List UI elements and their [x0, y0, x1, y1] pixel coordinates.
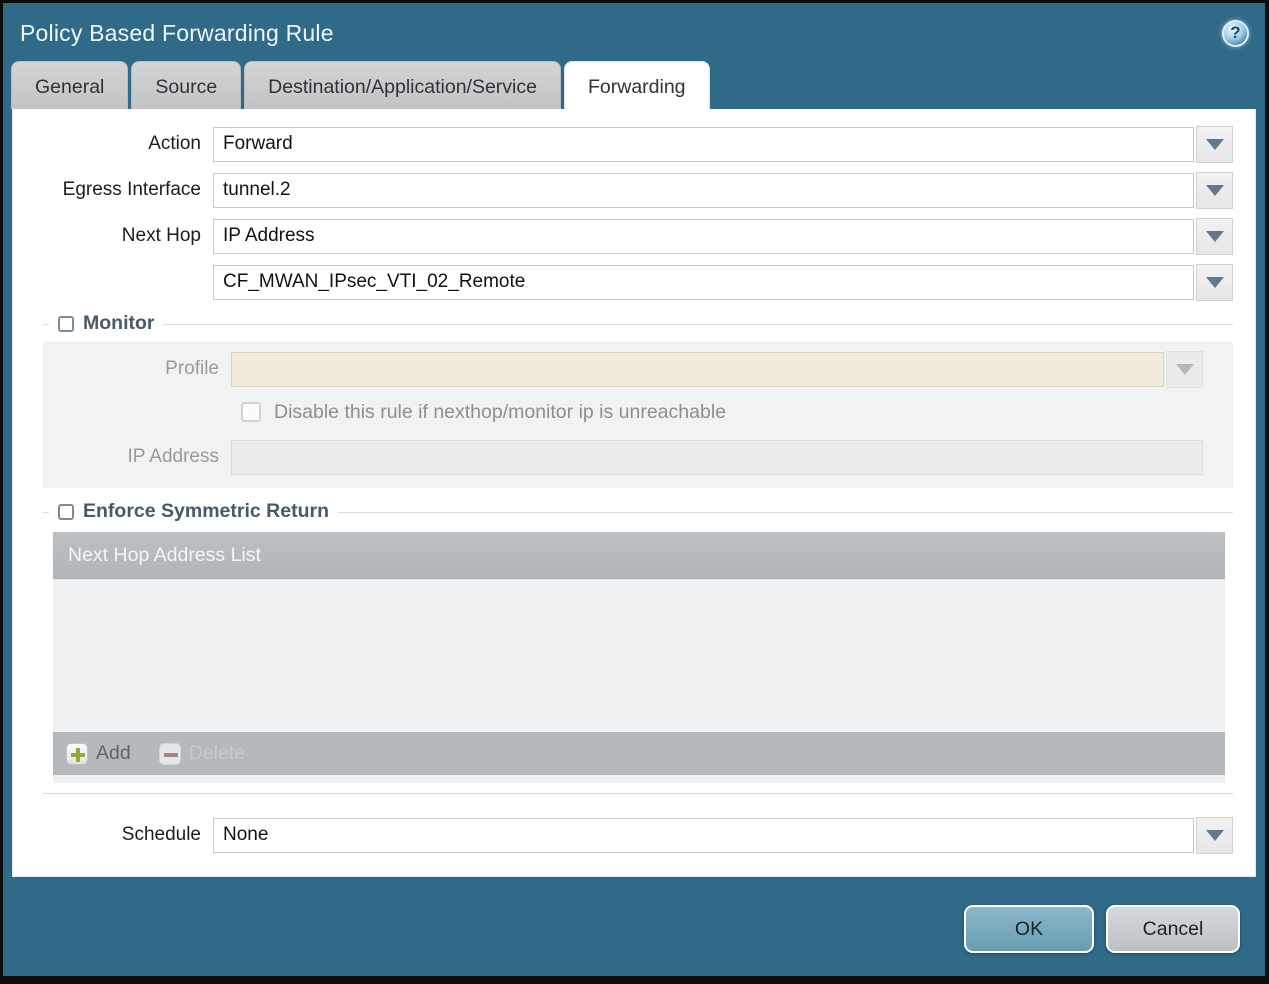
dropdown-arrow-icon: [1205, 230, 1224, 242]
schedule-label: Schedule: [121, 824, 201, 845]
next-hop-row: Next Hop: [13, 217, 1233, 255]
disable-rule-label: Disable this rule if nexthop/monitor ip …: [274, 400, 726, 423]
egress-interface-label: Egress Interface: [62, 179, 201, 200]
disable-rule-row: Disable this rule if nexthop/monitor ip …: [241, 397, 1233, 427]
next-hop-address-dropdown-button[interactable]: [1196, 263, 1233, 301]
dropdown-arrow-icon: [1205, 138, 1224, 150]
action-label: Action: [148, 133, 201, 154]
next-hop-type-input[interactable]: [213, 218, 1194, 254]
help-icon[interactable]: ?: [1222, 19, 1249, 47]
schedule-row: Schedule: [13, 816, 1233, 854]
dialog-action-bar: OK Cancel: [3, 877, 1265, 953]
monitor-section: Monitor Profile Disable this rule if nex…: [43, 312, 1233, 488]
ok-button[interactable]: OK: [964, 905, 1094, 953]
add-button[interactable]: Add: [66, 742, 131, 765]
next-hop-label: Next Hop: [121, 225, 201, 246]
disable-rule-checkbox: [241, 402, 261, 422]
enforce-symmetric-return-checkbox[interactable]: [58, 503, 74, 520]
table-bottom-strip: [53, 775, 1225, 783]
next-hop-address-list-toolbar: Add Delete: [53, 732, 1225, 775]
tab-strip: General Source Destination/Application/S…: [3, 61, 1265, 109]
dialog-frame: Policy Based Forwarding Rule ? General S…: [0, 0, 1269, 984]
egress-interface-dropdown-button[interactable]: [1196, 171, 1233, 209]
profile-dropdown-button: [1166, 350, 1203, 388]
tab-source[interactable]: Source: [131, 61, 242, 109]
add-button-label: Add: [96, 742, 131, 764]
delete-button-label: Delete: [188, 742, 246, 764]
dropdown-arrow-icon: [1205, 184, 1224, 196]
tab-forwarding[interactable]: Forwarding: [563, 61, 710, 109]
next-hop-address-row: [13, 263, 1233, 301]
forwarding-tab-panel: Action Egress Interface Next Hop: [12, 109, 1256, 877]
enforce-symmetric-return-title: Enforce Symmetric Return: [83, 500, 329, 522]
cancel-button[interactable]: Cancel: [1106, 905, 1240, 953]
action-dropdown-button[interactable]: [1196, 125, 1233, 163]
ip-address-input: [231, 439, 1203, 475]
monitor-legend: Monitor: [49, 312, 164, 335]
monitor-checkbox[interactable]: [58, 315, 74, 332]
dialog-titlebar: Policy Based Forwarding Rule ?: [3, 3, 1265, 61]
action-input[interactable]: [213, 126, 1194, 162]
delete-button: Delete: [158, 742, 246, 765]
next-hop-type-dropdown-button[interactable]: [1196, 217, 1233, 255]
dialog-title: Policy Based Forwarding Rule: [20, 19, 334, 46]
profile-input: [231, 351, 1164, 387]
action-row: Action: [13, 125, 1233, 163]
policy-based-forwarding-dialog: Policy Based Forwarding Rule ? General S…: [3, 3, 1265, 976]
minus-icon: [158, 742, 181, 765]
dropdown-arrow-icon: [1205, 276, 1224, 288]
schedule-dropdown-button[interactable]: [1196, 816, 1233, 854]
enforce-symmetric-return-section: Enforce Symmetric Return Next Hop Addres…: [43, 500, 1233, 794]
next-hop-address-list-table: Next Hop Address List Add Delete: [53, 532, 1225, 775]
profile-label: Profile: [165, 358, 219, 379]
tab-general[interactable]: General: [11, 61, 129, 109]
next-hop-address-list-header[interactable]: Next Hop Address List: [53, 532, 1225, 579]
monitor-section-title: Monitor: [83, 312, 155, 334]
dropdown-arrow-icon: [1175, 363, 1194, 375]
schedule-input[interactable]: [213, 817, 1194, 853]
monitor-body: Profile Disable this rule if nexthop/mon…: [43, 342, 1233, 488]
plus-icon: [66, 742, 88, 765]
monitor-profile-row: Profile: [43, 350, 1203, 388]
egress-interface-input[interactable]: [213, 172, 1194, 208]
ip-address-label: IP Address: [127, 446, 219, 467]
egress-interface-row: Egress Interface: [13, 171, 1233, 209]
enforce-symmetric-return-legend: Enforce Symmetric Return: [49, 500, 338, 523]
monitor-ip-address-row: IP Address: [43, 439, 1203, 475]
next-hop-address-list-body[interactable]: [53, 579, 1225, 732]
next-hop-address-input[interactable]: [213, 264, 1194, 300]
dropdown-arrow-icon: [1205, 829, 1224, 841]
tab-destination-application-service[interactable]: Destination/Application/Service: [244, 61, 561, 109]
